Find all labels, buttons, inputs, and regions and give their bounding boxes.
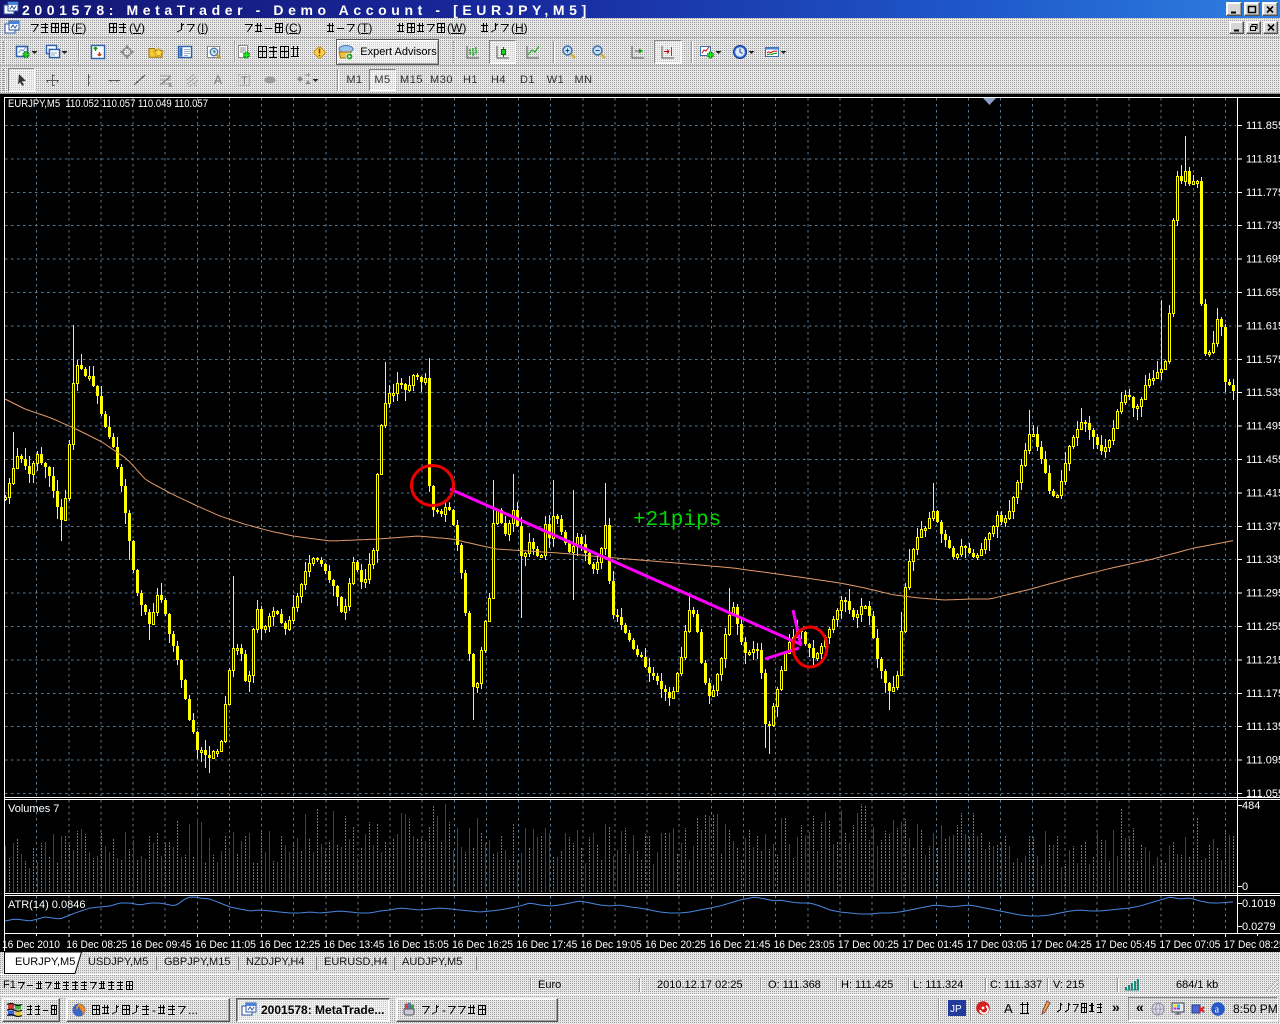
svg-text:17 Dec 00:25: 17 Dec 00:25 [838,939,899,951]
svg-text:16 Dec 11:05: 16 Dec 11:05 [195,939,256,951]
svg-text:T: T [241,75,248,87]
svg-text:16 Dec 09:45: 16 Dec 09:45 [131,939,192,951]
svg-text:484: 484 [1242,800,1260,812]
svg-text:A: A [214,73,222,87]
svg-text:17 Dec 04:25: 17 Dec 04:25 [1031,939,1092,951]
svg-text:16 Dec 23:05: 16 Dec 23:05 [774,939,835,951]
svg-text:JP: JP [950,1004,962,1015]
svg-text:ATR(14) 0.0846: ATR(14) 0.0846 [8,899,85,911]
svg-text:17 Dec 01:45: 17 Dec 01:45 [902,939,963,951]
svg-text:16 Dec 21:45: 16 Dec 21:45 [709,939,770,951]
svg-text:111.455: 111.455 [1246,454,1280,466]
svg-text:16 Dec 19:05: 16 Dec 19:05 [581,939,642,951]
svg-text:16 Dec 2010: 16 Dec 2010 [2,939,60,951]
svg-text:16 Dec 13:45: 16 Dec 13:45 [324,939,385,951]
svg-text:a: a [1215,1005,1220,1016]
svg-text:16 Dec 15:05: 16 Dec 15:05 [388,939,449,951]
svg-text:111.295: 111.295 [1246,588,1280,600]
svg-text:111.135: 111.135 [1246,721,1280,733]
svg-text:F: F [194,83,197,88]
svg-text:Volumes 7: Volumes 7 [8,803,59,815]
svg-text:111.095: 111.095 [1246,755,1280,767]
svg-text:17 Dec 05:45: 17 Dec 05:45 [1095,939,1156,951]
svg-text:111.335: 111.335 [1246,554,1280,566]
svg-text:111.735: 111.735 [1246,220,1280,232]
svg-text:111.575: 111.575 [1246,354,1280,366]
svg-text:E: E [169,83,173,88]
svg-text:16 Dec 17:45: 16 Dec 17:45 [516,939,577,951]
svg-text:EURJPY,M5 110.052 110.057 110: EURJPY,M5 110.052 110.057 110.049 110.05… [8,98,208,110]
svg-text:16 Dec 20:25: 16 Dec 20:25 [645,939,706,951]
svg-text:111.415: 111.415 [1246,487,1280,499]
svg-text:111.215: 111.215 [1246,654,1280,666]
svg-text:0: 0 [1242,881,1248,893]
svg-text:0.1019: 0.1019 [1242,898,1276,910]
svg-text:17 Dec 07:05: 17 Dec 07:05 [1159,939,1220,951]
svg-text:111.775: 111.775 [1246,187,1280,199]
svg-text:17 Dec 08:25: 17 Dec 08:25 [1224,939,1280,951]
svg-text:16 Dec 08:25: 16 Dec 08:25 [66,939,127,951]
svg-text:111.255: 111.255 [1246,621,1280,633]
svg-text:16 Dec 16:25: 16 Dec 16:25 [452,939,513,951]
svg-text:17 Dec 03:05: 17 Dec 03:05 [967,939,1028,951]
svg-text:111.375: 111.375 [1246,521,1280,533]
svg-text:16 Dec 12:25: 16 Dec 12:25 [259,939,320,951]
svg-text:0.0279: 0.0279 [1242,921,1276,933]
svg-text:111.055: 111.055 [1246,788,1280,800]
svg-text:111.855: 111.855 [1246,120,1280,132]
svg-text:111.615: 111.615 [1246,320,1280,332]
svg-text:111.695: 111.695 [1246,254,1280,266]
svg-text:111.815: 111.815 [1246,153,1280,165]
svg-text:+21pips: +21pips [633,509,721,532]
svg-text:111.495: 111.495 [1246,421,1280,433]
svg-text:111.175: 111.175 [1246,688,1280,700]
svg-text:111.535: 111.535 [1246,387,1280,399]
svg-text:111.655: 111.655 [1246,287,1280,299]
